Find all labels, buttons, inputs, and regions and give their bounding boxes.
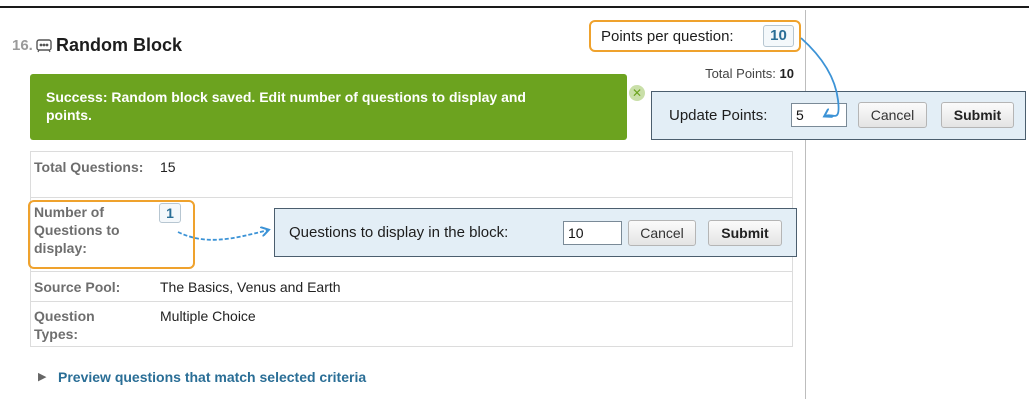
update-points-label: Update Points:: [669, 107, 768, 124]
close-icon[interactable]: ✕: [629, 85, 645, 101]
random-block-icon: [36, 39, 52, 53]
success-banner: Success: Random block saved. Edit number…: [30, 74, 645, 140]
total-points-value: 10: [779, 66, 794, 81]
question-number: 16.: [12, 37, 33, 54]
row-divider: [31, 197, 792, 198]
question-types-value: Multiple Choice: [160, 308, 256, 324]
question-types-label: Question Types:: [34, 308, 95, 342]
total-questions-label: Total Questions:: [34, 159, 144, 175]
update-points-cancel-button[interactable]: Cancel: [858, 102, 927, 128]
number-to-display-value[interactable]: 1: [159, 203, 181, 223]
questions-to-display-submit-button[interactable]: Submit: [708, 220, 782, 246]
questions-to-display-editor: Questions to display in the block: Cance…: [274, 208, 797, 257]
success-message: Success: Random block saved. Edit number…: [46, 89, 526, 123]
row-divider: [31, 271, 792, 272]
points-per-question-value[interactable]: 10: [763, 25, 794, 47]
update-points-editor: Update Points: Cancel Submit: [651, 91, 1026, 140]
source-pool-label: Source Pool:: [34, 279, 121, 295]
points-per-question-label: Points per question:: [601, 28, 734, 45]
source-pool-value: The Basics, Venus and Earth: [160, 279, 341, 295]
total-questions-value: 15: [160, 159, 176, 175]
update-points-submit-button[interactable]: Submit: [941, 102, 1014, 128]
questions-to-display-cancel-button[interactable]: Cancel: [628, 220, 696, 246]
total-points-label: Total Points:: [705, 66, 776, 81]
total-points: Total Points: 10: [640, 66, 794, 81]
questions-to-display-label: Questions to display in the block:: [289, 224, 509, 241]
top-divider: [0, 6, 1029, 8]
triangle-right-icon[interactable]: ▶: [38, 370, 46, 383]
preview-questions-link[interactable]: Preview questions that match selected cr…: [58, 369, 366, 385]
row-divider: [31, 301, 792, 302]
points-per-question-callout: Points per question: 10: [589, 20, 801, 52]
questions-to-display-input[interactable]: [563, 221, 622, 245]
update-points-input[interactable]: [791, 103, 847, 127]
question-title: Random Block: [56, 35, 183, 55]
